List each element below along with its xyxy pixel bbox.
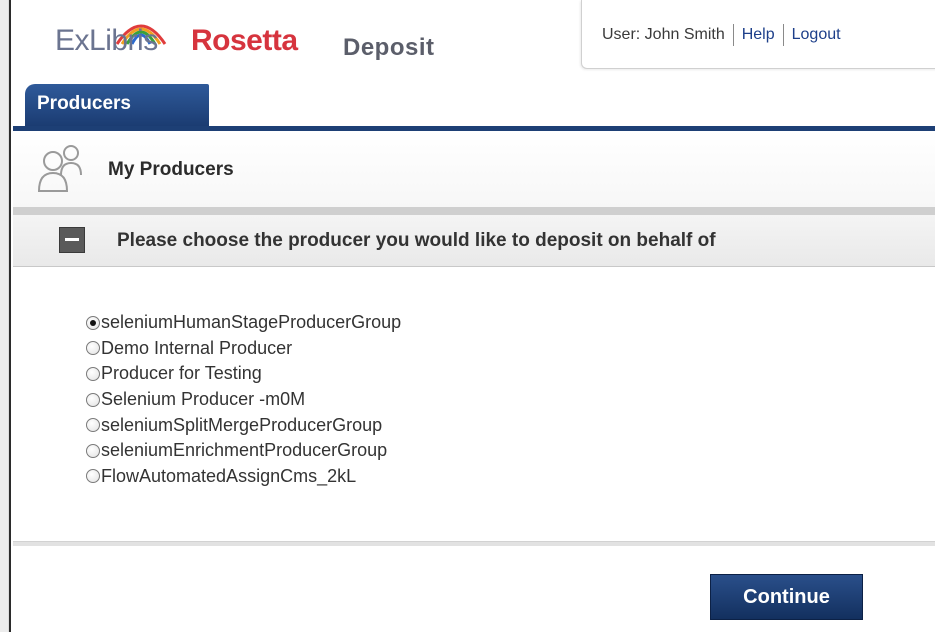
product-logo-text: Rosetta xyxy=(191,24,298,57)
producer-option-label: FlowAutomatedAssignCms_2kL xyxy=(101,465,357,486)
producer-option-label: Producer for Testing xyxy=(101,363,262,384)
user-name: User: John Smith xyxy=(602,26,725,44)
people-icon xyxy=(37,145,82,192)
producer-option[interactable]: FlowAutomatedAssignCms_2kL xyxy=(86,464,401,490)
continue-button[interactable]: Continue xyxy=(710,574,863,620)
radio-button[interactable] xyxy=(86,392,100,407)
minus-icon[interactable] xyxy=(59,227,85,253)
producer-option[interactable]: seleniumSplitMergeProducerGroup xyxy=(86,412,401,438)
tab-bar: Producers xyxy=(13,80,935,126)
window-border xyxy=(0,0,11,632)
producer-option-label: seleniumHumanStageProducerGroup xyxy=(101,312,402,333)
producer-option-label: Selenium Producer -m0M xyxy=(101,389,306,410)
bottom-separator xyxy=(13,541,935,546)
radio-button-selected[interactable] xyxy=(86,315,100,330)
section-header: Please choose the producer you would lik… xyxy=(13,215,935,267)
user-bar: User: John Smith Help Logout xyxy=(581,0,935,69)
minus-glyph xyxy=(65,238,79,241)
divider xyxy=(782,24,784,46)
radio-button[interactable] xyxy=(86,443,100,458)
producer-option[interactable]: Selenium Producer -m0M xyxy=(86,387,401,413)
radio-button[interactable] xyxy=(86,366,100,381)
tab-producers[interactable]: Producers xyxy=(25,84,209,126)
logout-link[interactable]: Logout xyxy=(792,26,841,43)
producer-option-label: Demo Internal Producer xyxy=(101,337,293,358)
producer-option[interactable]: Producer for Testing xyxy=(86,361,401,387)
producer-option-label: seleniumEnrichmentProducerGroup xyxy=(101,440,388,461)
producer-radio-list: seleniumHumanStageProducerGroup Demo Int… xyxy=(86,310,401,489)
radio-button[interactable] xyxy=(86,469,100,484)
window-border-inner xyxy=(0,0,8,632)
producer-option[interactable]: Demo Internal Producer xyxy=(86,336,401,362)
brand-logo-text: ExLibris xyxy=(55,24,158,57)
module-title: Deposit xyxy=(343,34,435,61)
producer-option[interactable]: seleniumEnrichmentProducerGroup xyxy=(86,438,401,464)
section-title: Please choose the producer you would lik… xyxy=(117,230,716,251)
title-separator xyxy=(13,207,935,215)
radio-button[interactable] xyxy=(86,341,100,356)
help-link[interactable]: Help xyxy=(742,26,775,43)
producer-option-label: seleniumSplitMergeProducerGroup xyxy=(101,414,383,435)
radio-button[interactable] xyxy=(86,418,100,433)
page-title-row: My Producers xyxy=(13,131,935,207)
app-header: ExLibris Rosetta Deposit User: John Smit… xyxy=(13,0,935,80)
page-title: My Producers xyxy=(108,159,234,180)
divider xyxy=(732,24,734,46)
user-links: User: John Smith Help Logout xyxy=(602,24,841,46)
producer-option[interactable]: seleniumHumanStageProducerGroup xyxy=(86,310,401,336)
